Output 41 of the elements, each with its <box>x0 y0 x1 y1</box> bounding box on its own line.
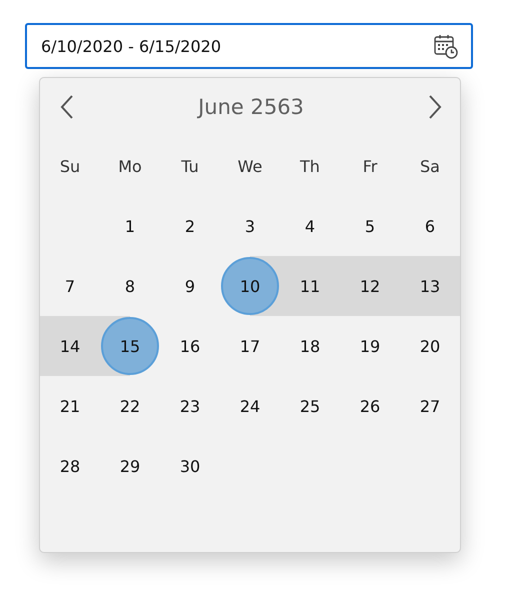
day-button[interactable]: 13 <box>401 257 459 315</box>
weekday-label: Tu <box>180 156 200 178</box>
day-button[interactable]: 29 <box>101 437 159 495</box>
day-button[interactable]: 19 <box>341 317 399 375</box>
day-button[interactable]: 18 <box>281 317 339 375</box>
day-button[interactable]: 20 <box>401 317 459 375</box>
day-button[interactable]: 16 <box>161 317 219 375</box>
date-range-value: 6/10/2020 - 6/15/2020 <box>41 36 222 56</box>
weekday-label: Fr <box>362 156 378 178</box>
day-button[interactable]: 6 <box>401 197 459 255</box>
weekday-label: Th <box>299 156 321 178</box>
day-button[interactable]: 23 <box>161 377 219 435</box>
calendar-clock-icon[interactable] <box>433 33 459 59</box>
day-button[interactable]: 1 <box>101 197 159 255</box>
day-button[interactable]: 3 <box>221 197 279 255</box>
day-button[interactable]: 8 <box>101 257 159 315</box>
day-button[interactable]: 26 <box>341 377 399 435</box>
day-button[interactable]: 12 <box>341 257 399 315</box>
day-button[interactable]: 24 <box>221 377 279 435</box>
day-button[interactable]: 9 <box>161 257 219 315</box>
day-button[interactable]: 7 <box>41 257 99 315</box>
day-button[interactable]: 11 <box>281 257 339 315</box>
day-button[interactable]: 15 <box>101 317 159 375</box>
day-button[interactable]: 10 <box>221 257 279 315</box>
day-button[interactable]: 25 <box>281 377 339 435</box>
day-button[interactable]: 27 <box>401 377 459 435</box>
weekday-label: We <box>236 156 264 178</box>
weekday-label: Mo <box>117 156 143 178</box>
day-button[interactable]: 14 <box>41 317 99 375</box>
day-button[interactable]: 28 <box>41 437 99 495</box>
day-button[interactable]: 17 <box>221 317 279 375</box>
month-title[interactable]: June 2563 <box>198 95 304 119</box>
day-button[interactable]: 5 <box>341 197 399 255</box>
weekday-label: Sa <box>419 156 441 178</box>
day-button[interactable]: 2 <box>161 197 219 255</box>
date-range-field[interactable]: 6/10/2020 - 6/15/2020 <box>25 23 473 69</box>
day-button[interactable]: 4 <box>281 197 339 255</box>
day-button[interactable]: 21 <box>41 377 99 435</box>
day-button[interactable]: 22 <box>101 377 159 435</box>
day-button[interactable]: 30 <box>161 437 219 495</box>
weekday-label: Su <box>58 156 82 178</box>
